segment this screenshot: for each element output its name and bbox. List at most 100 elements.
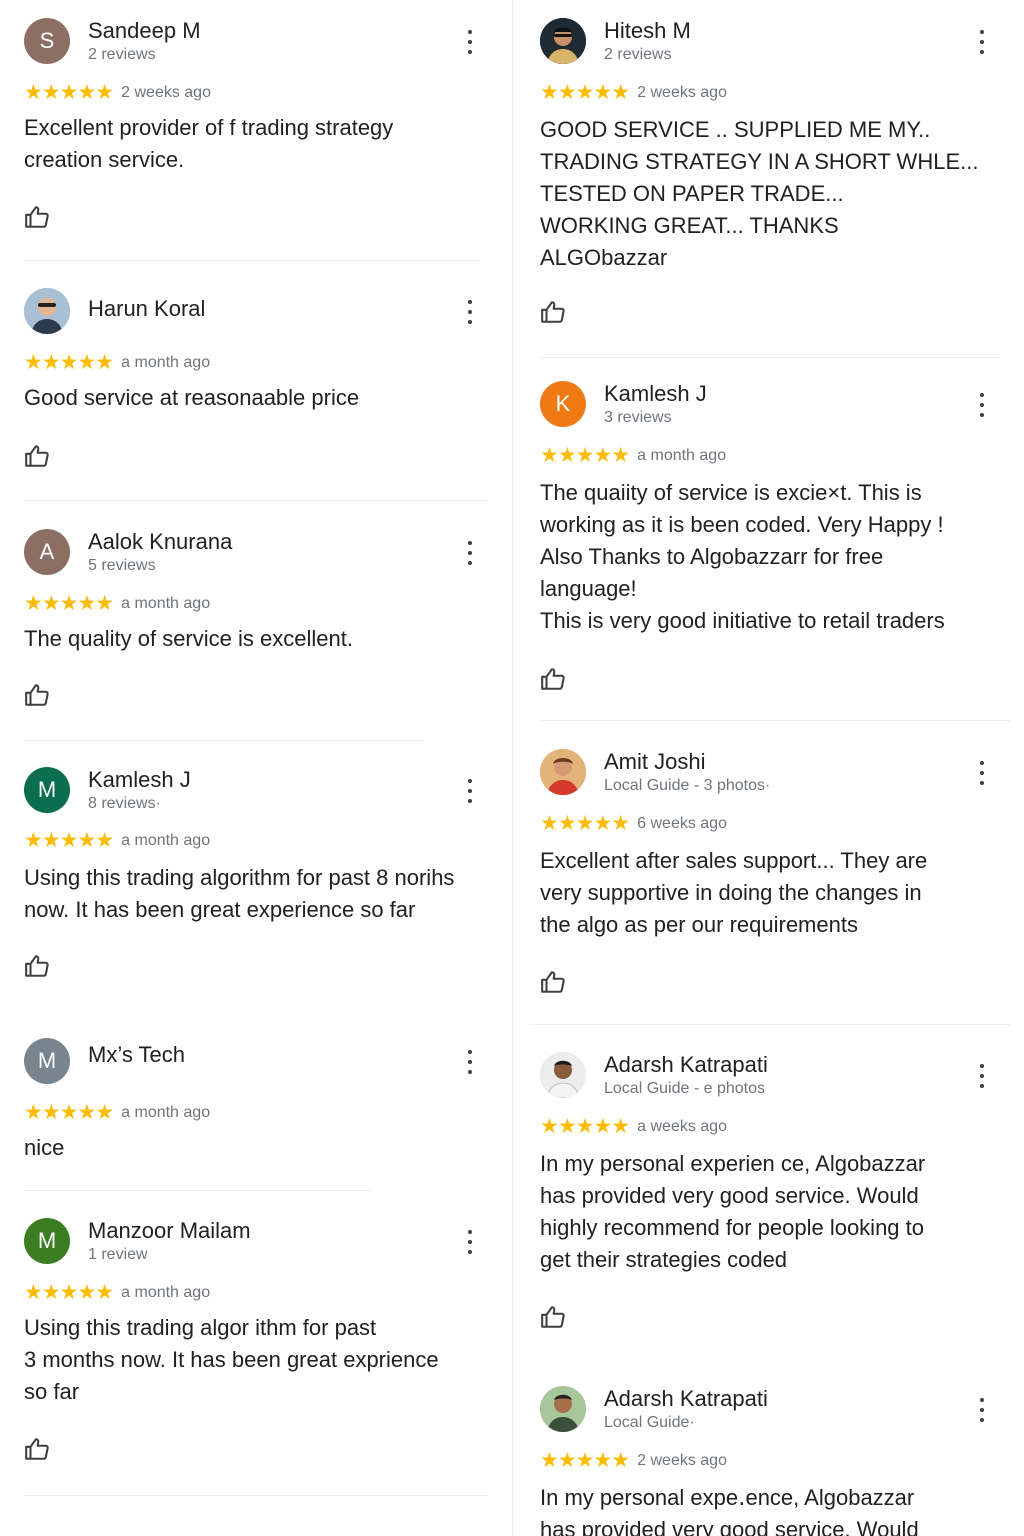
reviewer-name[interactable]: Mx’s Tech	[88, 1042, 185, 1068]
review-text: Using this trading algor ithm for past 3…	[24, 1315, 439, 1404]
review-text: Excellent provider of f trading strategy…	[24, 115, 394, 172]
avatar[interactable]: M	[24, 1218, 70, 1264]
star-rating: ★★★★★	[540, 81, 630, 104]
thumbs-up-icon[interactable]	[24, 682, 50, 708]
review-card: Hitesh M 2 reviews ★★★★★ 2 weeks ago GOO…	[540, 18, 1010, 328]
reviewer-name[interactable]: Sandeep M	[88, 18, 201, 44]
star-rating: ★★★★★	[24, 1101, 114, 1124]
review-date: a weeks ago	[637, 1117, 727, 1135]
rating-row: ★★★★★ 2 weeks ago	[540, 82, 727, 103]
avatar[interactable]	[540, 1386, 586, 1432]
review-text: Excellent after sales support... They ar…	[540, 848, 928, 937]
avatar[interactable]: A	[24, 529, 70, 575]
star-rating: ★★★★★	[24, 829, 114, 852]
review-card: M Mx’s Tech ★★★★★ a month ago nice	[24, 1038, 488, 1168]
rating-row: ★★★★★ a month ago	[24, 1282, 210, 1303]
more-options-icon[interactable]	[970, 1396, 994, 1424]
thumbs-up-icon[interactable]	[24, 953, 50, 979]
more-options-icon[interactable]	[458, 777, 482, 805]
rating-row: ★★★★★ 2 weeks ago	[24, 82, 211, 103]
reviewer-name[interactable]: Kamlesh J	[604, 381, 707, 407]
reviewer-meta: Local Guide - e photos	[604, 1080, 765, 1097]
review-text: In my personal expe․ence, Algobazzar has…	[540, 1485, 919, 1536]
review-card: K Kamlesh J 3 reviews ★★★★★ a month ago …	[540, 381, 1010, 691]
review-date: a month ago	[121, 831, 211, 849]
more-options-icon[interactable]	[458, 539, 482, 567]
avatar[interactable]: M	[24, 767, 70, 813]
reviewer-meta: 3 reviews	[604, 409, 672, 426]
avatar-initial: M	[37, 1228, 57, 1253]
star-rating: ★★★★★	[24, 81, 114, 104]
avatar-initial: M	[37, 1048, 57, 1073]
star-rating: ★★★★★	[24, 592, 114, 615]
review-date: 2 weeks ago	[637, 1451, 727, 1469]
more-options-icon[interactable]	[970, 1062, 994, 1090]
reviewer-name[interactable]: Harun Koral	[88, 296, 205, 322]
star-rating: ★★★★★	[540, 444, 630, 467]
review-card: Harun Koral ★★★★★ a month ago Good servi…	[24, 288, 488, 478]
more-options-icon[interactable]	[458, 1048, 482, 1076]
review-date: a month ago	[121, 1103, 211, 1121]
star-rating: ★★★★★	[540, 1115, 630, 1138]
more-options-icon[interactable]	[458, 28, 482, 56]
thumbs-up-icon[interactable]	[540, 969, 566, 995]
divider	[540, 357, 1000, 358]
review-card: Amit Joshi Local Guide - 3 photos· ★★★★★…	[540, 749, 1010, 999]
avatar-initial: K	[555, 391, 571, 416]
reviewer-meta: Local Guide·	[604, 1414, 695, 1431]
review-text: The quality of service is excellent.	[24, 626, 353, 651]
avatar[interactable]: K	[540, 381, 586, 427]
star-rating: ★★★★★	[24, 1281, 114, 1304]
review-date: a month ago	[121, 1283, 211, 1301]
review-card: M Manzoor Mailam 1 review ★★★★★ a month …	[24, 1218, 488, 1488]
rating-row: ★★★★★ a month ago	[24, 593, 210, 614]
rating-row: ★★★★★ a month ago	[24, 830, 210, 851]
avatar[interactable]	[540, 1052, 586, 1098]
review-text: In my personal experien ce, Algobazzar h…	[540, 1151, 926, 1272]
reviewer-meta: 2 reviews	[604, 46, 672, 63]
avatar[interactable]	[24, 288, 70, 334]
reviewer-meta: 2 reviews	[88, 46, 156, 63]
reviewer-name[interactable]: Hitesh M	[604, 18, 691, 44]
avatar[interactable]	[540, 18, 586, 64]
divider	[530, 1024, 1010, 1025]
column-divider	[512, 0, 513, 1536]
more-options-icon[interactable]	[970, 28, 994, 56]
review-date: 2 weeks ago	[121, 83, 211, 101]
star-rating: ★★★★★	[540, 812, 630, 835]
reviewer-name[interactable]: Aalok Knurana	[88, 529, 232, 555]
reviewer-name[interactable]: Amit Joshi	[604, 749, 705, 775]
rating-row: ★★★★★ a month ago	[24, 352, 210, 373]
avatar[interactable]: M	[24, 1038, 70, 1084]
divider	[24, 1190, 374, 1191]
thumbs-up-icon[interactable]	[540, 666, 566, 692]
reviewer-name[interactable]: Manzoor Mailam	[88, 1218, 251, 1244]
star-rating: ★★★★★	[24, 351, 114, 374]
more-options-icon[interactable]	[458, 1228, 482, 1256]
avatar[interactable]	[540, 749, 586, 795]
review-text: GOOD SERVICE .. SUPPLIED ME MY.. TRADING…	[540, 117, 979, 270]
more-options-icon[interactable]	[458, 298, 482, 326]
review-date: 6 weeks ago	[637, 814, 727, 832]
review-date: 2 weeks ago	[637, 83, 727, 101]
rating-row: ★★★★★ 2 weeks ago	[540, 1450, 727, 1471]
reviewer-name[interactable]: Kamlesh J	[88, 767, 191, 793]
thumbs-up-icon[interactable]	[540, 299, 566, 325]
reviewer-name[interactable]: Adarsh Katrapati	[604, 1052, 768, 1078]
avatar[interactable]: S	[24, 18, 70, 64]
review-text: nice	[24, 1135, 65, 1160]
avatar-initial: S	[39, 28, 55, 53]
reviewer-meta: 1 review	[88, 1246, 148, 1263]
review-card: S Sandeep M 2 reviews ★★★★★ 2 weeks ago …	[24, 18, 488, 248]
thumbs-up-icon[interactable]	[540, 1304, 566, 1330]
thumbs-up-icon[interactable]	[24, 1436, 50, 1462]
reviewer-name[interactable]: Adarsh Katrapati	[604, 1386, 768, 1412]
reviewer-meta: 8 reviews·	[88, 795, 161, 812]
reviewer-meta: Local Guide - 3 photos·	[604, 777, 771, 794]
more-options-icon[interactable]	[970, 759, 994, 787]
rating-row: ★★★★★ 6 weeks ago	[540, 813, 727, 834]
more-options-icon[interactable]	[970, 391, 994, 419]
thumbs-up-icon[interactable]	[24, 204, 50, 230]
thumbs-up-icon[interactable]	[24, 443, 50, 469]
rating-row: ★★★★★ a month ago	[540, 445, 726, 466]
